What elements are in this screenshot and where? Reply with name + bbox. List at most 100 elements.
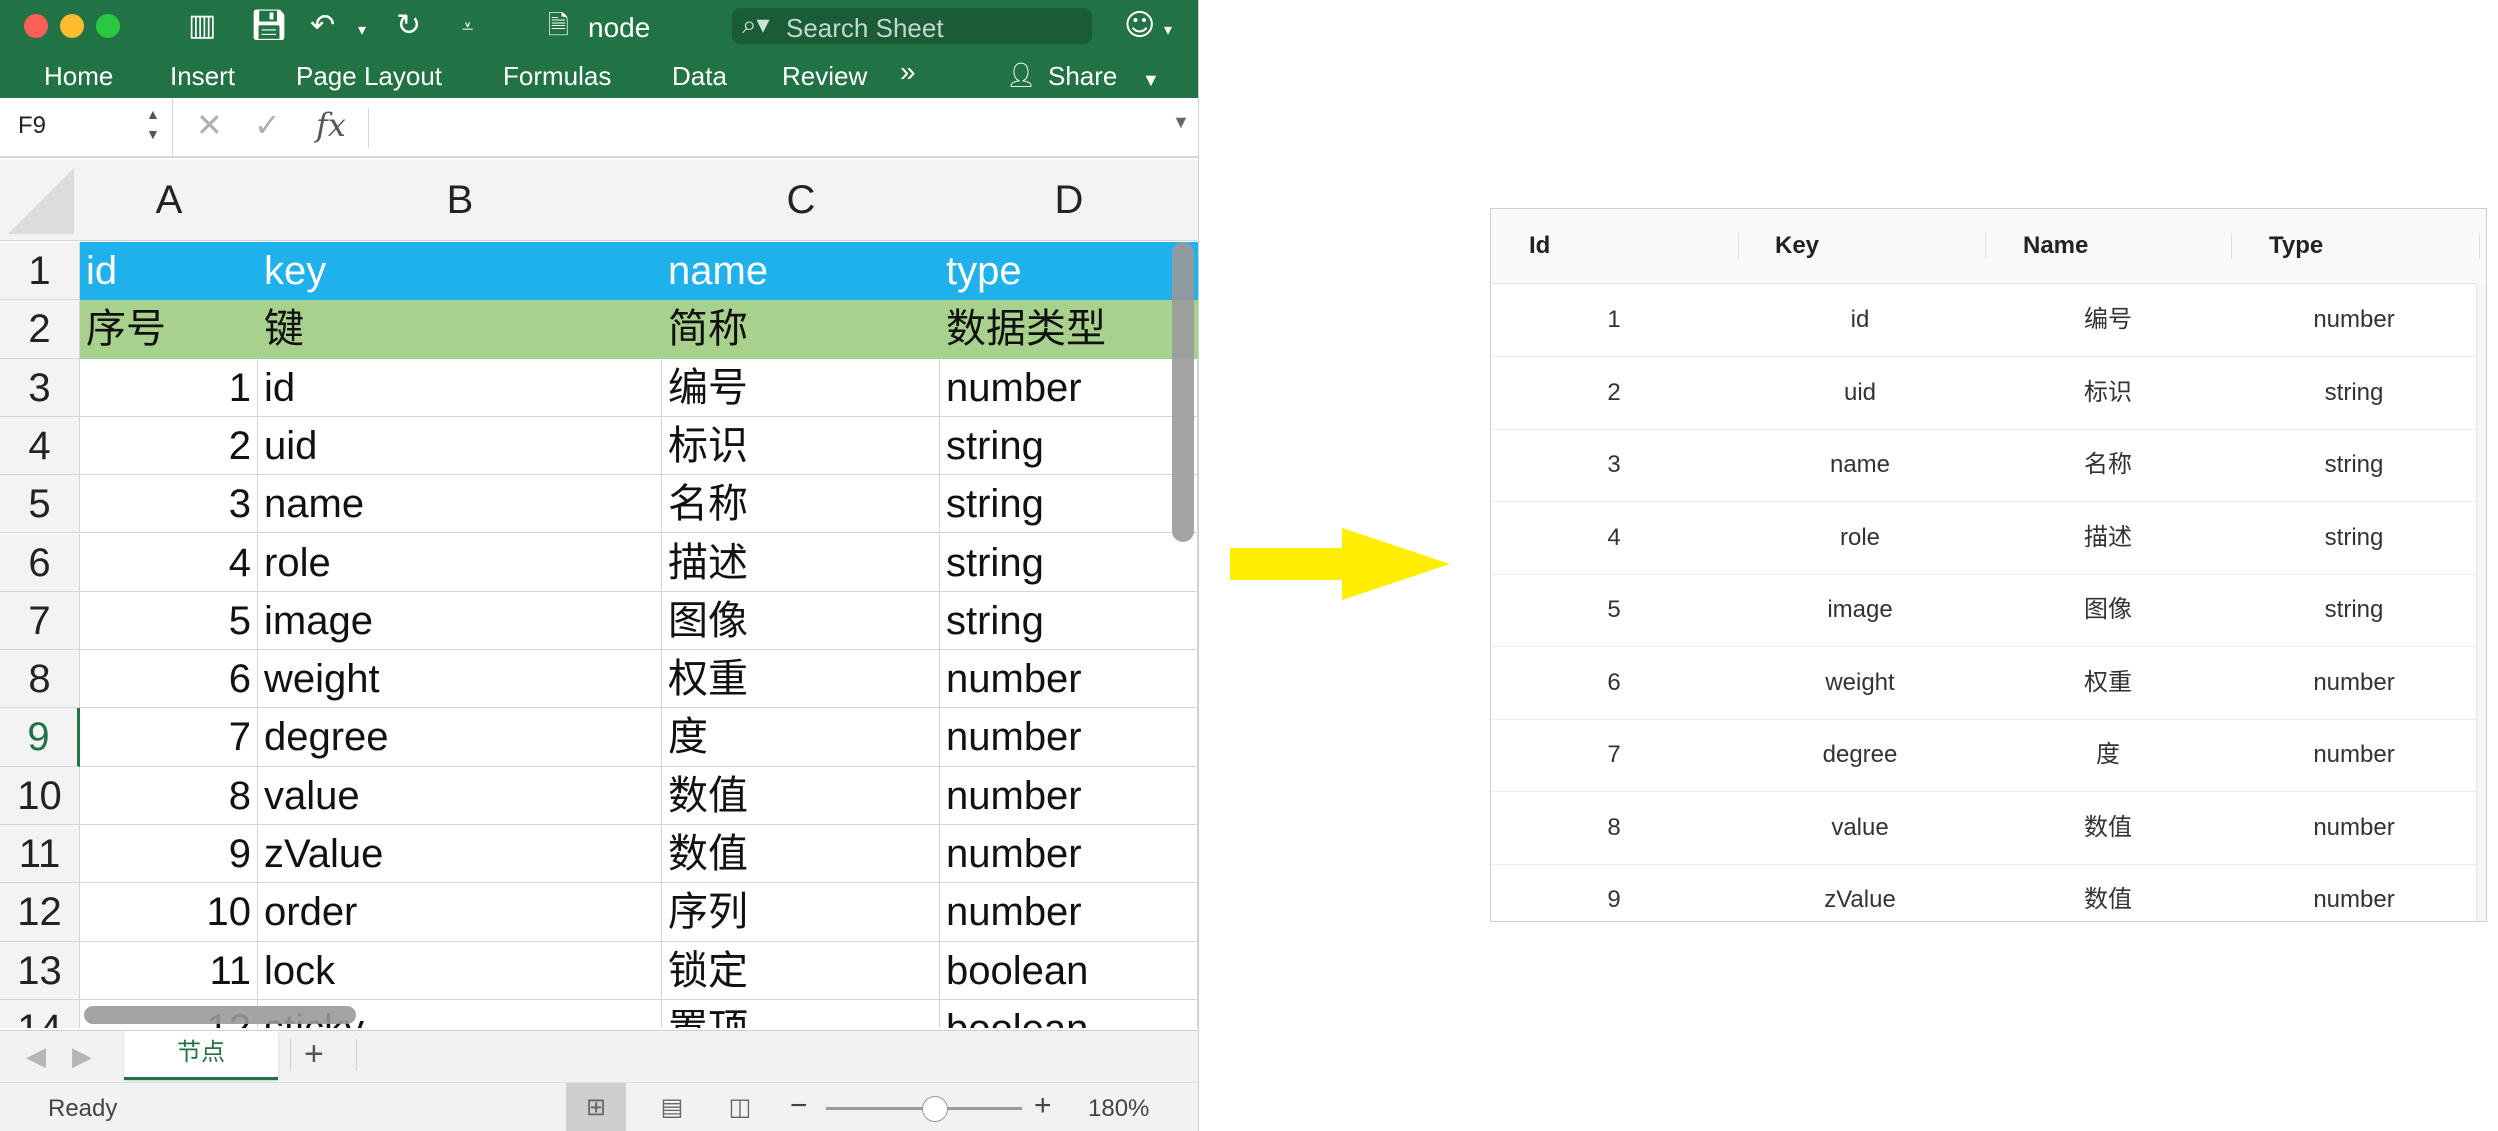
zoom-out-button[interactable]: −: [790, 1089, 808, 1123]
close-window-button[interactable]: [24, 14, 48, 38]
add-person-icon[interactable]: 👤︎: [1006, 60, 1036, 92]
table-row[interactable]: 8 value 数值 number: [1491, 792, 2476, 865]
cell-b6[interactable]: role: [258, 533, 662, 592]
cell-d3[interactable]: number: [940, 358, 1198, 417]
row-header-6[interactable]: 6: [0, 533, 80, 592]
tab-home[interactable]: Home: [44, 60, 113, 92]
cell-a10[interactable]: 8: [80, 766, 258, 825]
row-header-13[interactable]: 13: [0, 941, 80, 1000]
cell-b3[interactable]: id: [258, 358, 662, 417]
table-row[interactable]: 9 zValue 数值 number: [1491, 864, 2476, 921]
undo-icon[interactable]: ↶: [310, 8, 335, 44]
row-header-14[interactable]: 14: [0, 999, 80, 1028]
feedback-dropdown-icon[interactable]: ▾: [1164, 12, 1172, 48]
column-header-type[interactable]: Type: [2269, 209, 2323, 283]
row-header-5[interactable]: 5: [0, 475, 80, 534]
name-box[interactable]: F9 ▲ ▼: [0, 98, 173, 156]
smiley-icon[interactable]: ☺: [1124, 8, 1155, 44]
cell-d4[interactable]: string: [940, 416, 1198, 476]
select-all-corner[interactable]: [0, 160, 81, 241]
cell-a5[interactable]: 3: [80, 475, 258, 534]
zoom-in-button[interactable]: +: [1034, 1089, 1052, 1123]
row-header-2[interactable]: 2: [0, 300, 80, 359]
cell-a3[interactable]: 1: [80, 358, 258, 417]
add-sheet-button[interactable]: +: [304, 1035, 324, 1074]
row-header-10[interactable]: 10: [0, 766, 80, 825]
prev-sheet-icon[interactable]: ◀: [26, 1041, 46, 1072]
preview-scrollbar[interactable]: [2476, 283, 2486, 921]
cell-c5[interactable]: 名称: [662, 475, 940, 534]
column-resize-handle[interactable]: [1738, 233, 1739, 259]
vertical-scrollbar[interactable]: [1172, 242, 1194, 542]
cell-a1[interactable]: id: [80, 242, 258, 301]
name-box-stepper-icon[interactable]: ▲ ▼: [146, 104, 160, 144]
maximize-window-button[interactable]: [96, 14, 120, 38]
cell-d13[interactable]: boolean: [940, 941, 1198, 1000]
table-row[interactable]: 3 name 名称 string: [1491, 429, 2476, 502]
column-header-b[interactable]: B: [258, 160, 663, 241]
cell-c4[interactable]: 标识: [662, 416, 940, 476]
tab-review[interactable]: Review: [782, 60, 867, 92]
table-row[interactable]: 7 degree 度 number: [1491, 719, 2476, 792]
spreadsheet-grid[interactable]: A B C D 1 id key name type 2 序号键简称 数据类型 3 1 id 编号 number…: [0, 160, 1198, 1028]
tab-data[interactable]: Data: [672, 60, 727, 92]
column-header-a[interactable]: A: [80, 160, 259, 241]
cell-d8[interactable]: number: [940, 650, 1198, 709]
cell-d1[interactable]: type: [940, 242, 1198, 301]
undo-dropdown-icon[interactable]: ▾: [358, 12, 366, 48]
column-header-c[interactable]: C: [662, 160, 941, 241]
save-icon[interactable]: 💾︎: [250, 8, 288, 44]
cell-d7[interactable]: string: [940, 591, 1198, 651]
row-header-11[interactable]: 11: [0, 825, 80, 884]
cell-c2[interactable]: 简称: [662, 300, 940, 359]
normal-view-icon[interactable]: ⊞: [566, 1083, 626, 1131]
table-row[interactable]: 2 uid 标识 string: [1491, 357, 2476, 430]
cell-b12[interactable]: order: [258, 883, 662, 942]
table-row[interactable]: 6 weight 权重 number: [1491, 647, 2476, 720]
cell-a8[interactable]: 6: [80, 650, 258, 709]
cell-d2[interactable]: 数据类型: [940, 300, 1198, 359]
sidebar-icon[interactable]: ▥: [188, 8, 216, 44]
insert-function-button[interactable]: fx: [316, 106, 346, 144]
tab-page-layout[interactable]: Page Layout: [296, 60, 442, 92]
column-header-key[interactable]: Key: [1775, 209, 1819, 283]
horizontal-scrollbar[interactable]: [84, 1006, 356, 1024]
minimize-window-button[interactable]: [60, 14, 84, 38]
column-resize-handle[interactable]: [2479, 233, 2480, 259]
next-sheet-icon[interactable]: ▶: [72, 1041, 92, 1072]
enter-check-icon[interactable]: ✓: [254, 106, 281, 144]
zoom-slider-thumb[interactable]: [921, 1096, 948, 1122]
cell-c14[interactable]: 置顶: [662, 999, 940, 1028]
cell-b11[interactable]: zValue: [258, 825, 662, 884]
row-header-4[interactable]: 4: [0, 416, 80, 476]
cell-c12[interactable]: 序列: [662, 883, 940, 942]
row-header-7[interactable]: 7: [0, 591, 80, 651]
cell-b7[interactable]: image: [258, 591, 662, 651]
cell-a6[interactable]: 4: [80, 533, 258, 592]
column-resize-handle[interactable]: [2231, 233, 2232, 259]
formula-expand-icon[interactable]: ▼: [1172, 112, 1190, 133]
customize-toolbar-icon[interactable]: ⩡: [462, 8, 473, 44]
row-header-3[interactable]: 3: [0, 358, 80, 417]
cell-b1[interactable]: key: [258, 242, 662, 301]
cell-b13[interactable]: lock: [258, 941, 662, 1000]
table-row[interactable]: 5 image 图像 string: [1491, 574, 2476, 647]
page-layout-view-icon[interactable]: ▤: [642, 1083, 702, 1131]
chevron-down-icon[interactable]: ▼: [1142, 64, 1160, 96]
cell-a2[interactable]: 序号: [80, 300, 258, 359]
tab-insert[interactable]: Insert: [170, 60, 235, 92]
tab-formulas[interactable]: Formulas: [503, 60, 611, 92]
cell-c13[interactable]: 锁定: [662, 941, 940, 1000]
cell-a11[interactable]: 9: [80, 825, 258, 884]
cell-c8[interactable]: 权重: [662, 650, 940, 709]
cell-a7[interactable]: 5: [80, 591, 258, 651]
cell-b4[interactable]: uid: [258, 416, 662, 476]
cell-a12[interactable]: 10: [80, 883, 258, 942]
page-break-view-icon[interactable]: ◫: [710, 1083, 770, 1131]
cell-a4[interactable]: 2: [80, 416, 258, 476]
cell-d12[interactable]: number: [940, 883, 1198, 942]
row-header-1[interactable]: 1: [0, 242, 80, 301]
share-button[interactable]: Share: [1048, 60, 1117, 92]
cell-d14[interactable]: boolean: [940, 999, 1198, 1028]
cell-b10[interactable]: value: [258, 766, 662, 825]
